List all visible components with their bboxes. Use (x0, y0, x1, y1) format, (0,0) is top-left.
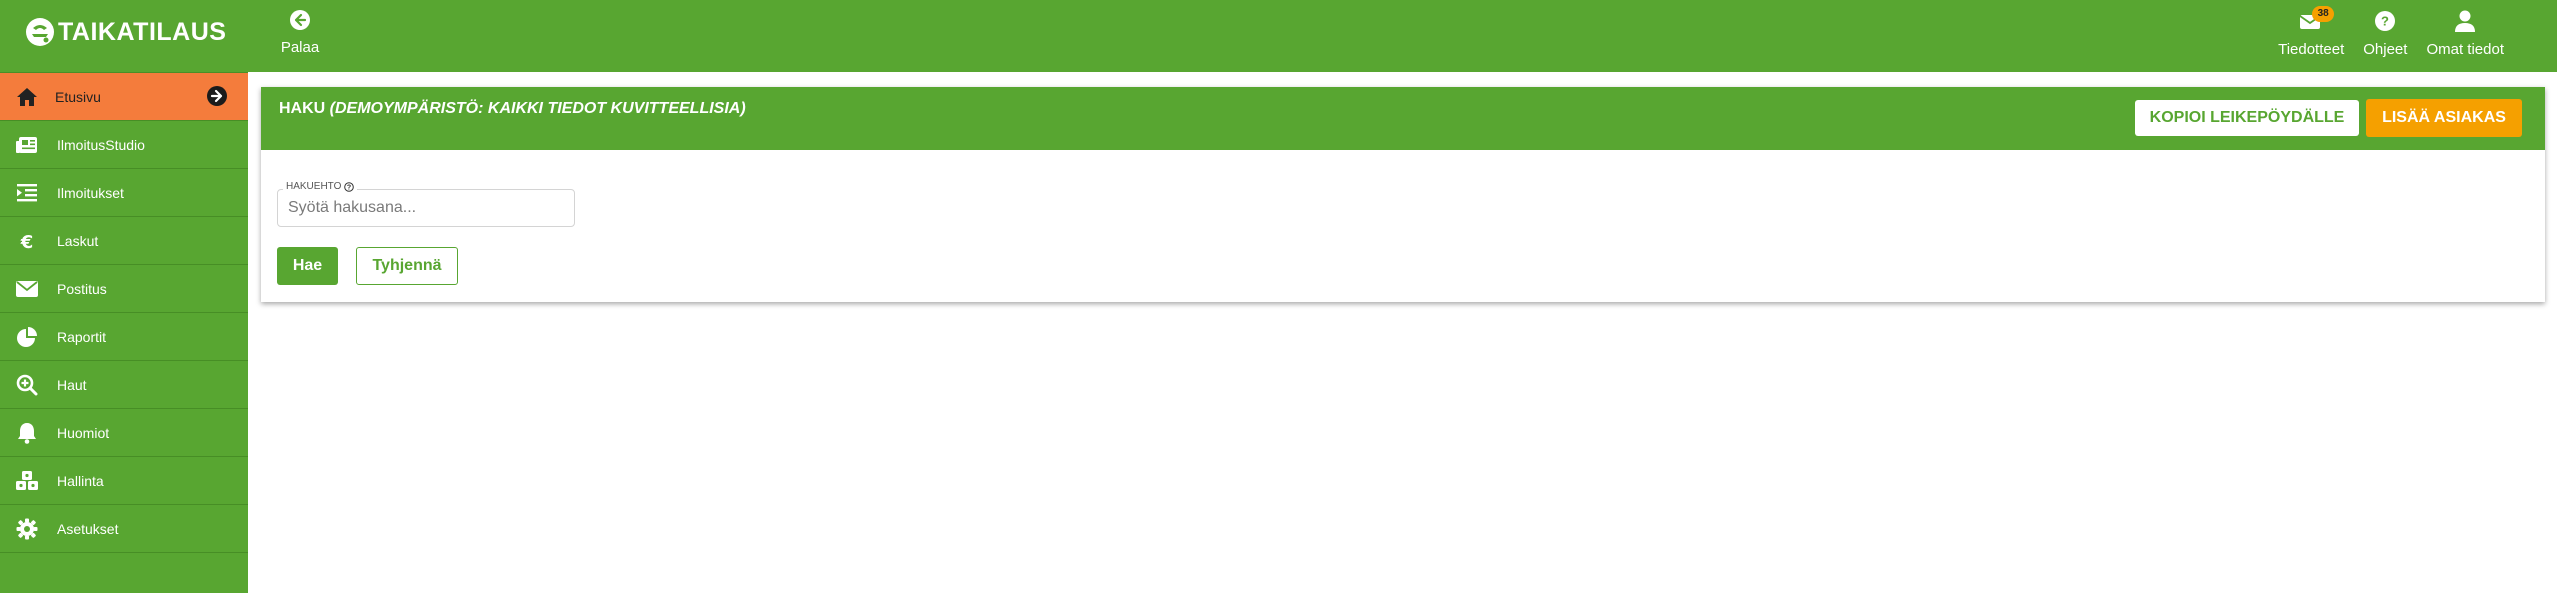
sidebar-item-label: Hallinta (57, 472, 104, 489)
search-field-label: HAKUEHTO ? (283, 181, 358, 192)
page-title: HAKU (DEMOYMPÄRISTÖ: KAIKKI TIEDOT KUVIT… (279, 100, 746, 118)
add-customer-button[interactable]: LISÄÄ ASIAKAS (2366, 99, 2522, 137)
sidebar-item-laskut[interactable]: € Laskut (0, 217, 248, 265)
newspaper-icon (15, 133, 39, 157)
top-bar: TAIKATILAUS Palaa 38 Tiedotteet ? Ohjeet… (0, 0, 2557, 72)
sidebar-item-label: Laskut (57, 232, 99, 249)
nav-label: Tiedotteet (2278, 41, 2345, 58)
brand-logo-icon (26, 18, 54, 46)
sidebar-item-etusivu[interactable]: Etusivu (0, 73, 248, 121)
svg-text:€: € (20, 232, 34, 251)
sidebar-item-label: Huomiot (57, 424, 110, 441)
sidebar-item-label: IlmoitusStudio (57, 136, 145, 153)
help-circle-icon[interactable]: ? (344, 181, 355, 192)
mail-icon: 38 (2298, 6, 2335, 34)
home-icon (15, 85, 39, 109)
page-title-note: (DEMOYMPÄRISTÖ: KAIKKI TIEDOT KUVITTEELL… (329, 100, 746, 117)
search-plus-icon (15, 373, 39, 397)
search-panel: HAKU (DEMOYMPÄRISTÖ: KAIKKI TIEDOT KUVIT… (261, 87, 2545, 302)
sidebar-item-ilmoitusstudio[interactable]: IlmoitusStudio (0, 121, 248, 169)
arrow-right-circle-icon[interactable] (206, 85, 228, 107)
gear-icon (15, 517, 39, 541)
envelope-icon (15, 277, 39, 301)
sidebar-item-label: Asetukset (57, 520, 119, 537)
help-icon: ? (2375, 11, 2396, 31)
euro-icon: € (15, 229, 39, 253)
cubes-icon (15, 469, 39, 493)
nav-ohjeet[interactable]: ? Ohjeet (2363, 6, 2407, 62)
page-title-main: HAKU (279, 100, 326, 117)
sidebar-item-postitus[interactable]: Postitus (0, 265, 248, 313)
svg-text:?: ? (2381, 14, 2389, 29)
sidebar-item-label: Haut (57, 376, 87, 393)
sidebar-item-ilmoitukset[interactable]: Ilmoitukset (0, 169, 248, 217)
sidebar-item-label: Ilmoitukset (57, 184, 124, 201)
pie-chart-icon (15, 325, 39, 349)
sidebar-item-hallinta[interactable]: Hallinta (0, 457, 248, 505)
nav-label: Ohjeet (2363, 41, 2408, 58)
user-icon (2455, 10, 2476, 32)
search-input[interactable] (277, 189, 575, 227)
notification-badge: 38 (2312, 6, 2335, 22)
clear-button[interactable]: Tyhjennä (356, 247, 458, 285)
bell-icon (15, 421, 39, 445)
nav-label: Omat tiedot (2426, 41, 2504, 58)
sidebar-item-haut[interactable]: Haut (0, 361, 248, 409)
back-label: Palaa (280, 39, 320, 56)
search-field-label-text: HAKUEHTO (286, 181, 342, 192)
list-indent-icon (15, 181, 39, 205)
svg-text:?: ? (347, 184, 351, 191)
top-right-nav: 38 Tiedotteet ? Ohjeet Omat tiedot (2278, 6, 2557, 62)
copy-to-clipboard-button[interactable]: KOPIOI LEIKEPÖYDÄLLE (2135, 100, 2359, 136)
brand-name: TAIKATILAUS (58, 17, 227, 46)
nav-tiedotteet[interactable]: 38 Tiedotteet (2278, 6, 2344, 62)
sidebar-item-label: Etusivu (55, 88, 101, 105)
sidebar-item-asetukset[interactable]: Asetukset (0, 505, 248, 553)
sidebar-item-label: Postitus (57, 280, 107, 297)
arrow-left-circle-icon (290, 10, 310, 30)
brand-logo[interactable]: TAIKATILAUS (24, 14, 226, 50)
back-button[interactable]: Palaa (275, 6, 325, 62)
sidebar-item-raportit[interactable]: Raportit (0, 313, 248, 361)
sidebar-item-huomiot[interactable]: Huomiot (0, 409, 248, 457)
sidebar: Etusivu IlmoitusStudio Ilmoitukset € Las… (0, 72, 248, 593)
panel-header: HAKU (DEMOYMPÄRISTÖ: KAIKKI TIEDOT KUVIT… (261, 87, 2545, 150)
nav-omat-tiedot[interactable]: Omat tiedot (2426, 6, 2504, 62)
search-button[interactable]: Hae (277, 247, 338, 285)
sidebar-item-label: Raportit (57, 328, 107, 345)
